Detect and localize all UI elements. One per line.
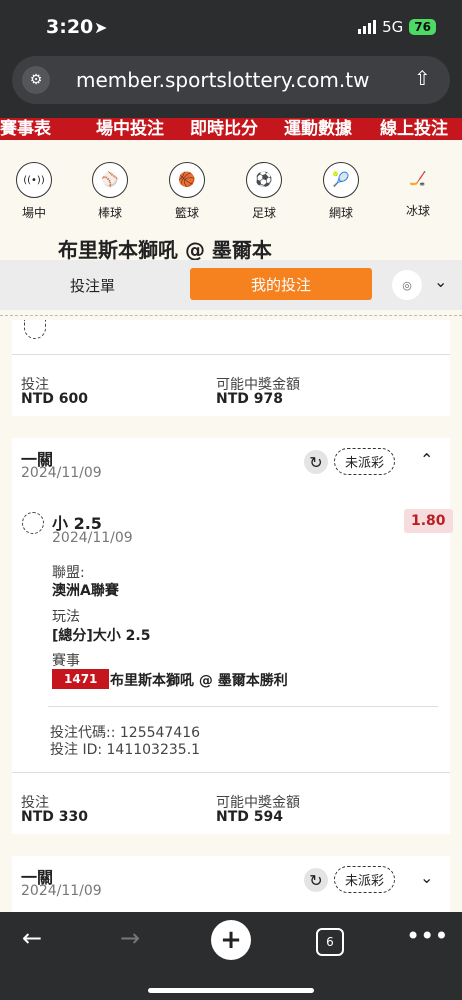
status-badge: 未派彩 (334, 866, 396, 893)
market-label: 玩法 (52, 609, 80, 625)
sport-label: 棒球 (97, 206, 122, 220)
chevron-up-icon[interactable]: ⌃ (420, 450, 433, 469)
tab-bet-slip[interactable]: 投注單 (70, 275, 115, 296)
sport-live[interactable]: ((•)) 場中 (4, 162, 64, 221)
event-code-badge: 1471 (52, 669, 110, 689)
chevron-down-icon[interactable]: ⌄ (434, 272, 447, 291)
tennis-icon: 🎾 (323, 162, 359, 198)
soccer-icon: ⚽ (246, 162, 282, 198)
settings-icon[interactable]: ◎ (392, 270, 422, 300)
nav-item-online-betting[interactable]: 線上投注 (380, 118, 448, 139)
location-arrow-icon: ➤ (94, 18, 108, 37)
nav-item-sports-data[interactable]: 運動數據 (284, 118, 352, 139)
live-broadcast-icon: ((•)) (16, 162, 52, 198)
baseball-icon: ⚾ (92, 162, 128, 198)
new-tab-icon[interactable]: + (211, 920, 251, 960)
tabs-button[interactable]: 6 (316, 928, 344, 956)
bet-date: 2024/11/09 (21, 883, 102, 899)
tab-my-bets[interactable]: 我的投注 (190, 268, 372, 300)
sport-tennis[interactable]: 🎾 網球 (311, 162, 371, 221)
event-name: 布里斯本獅吼 @ 墨爾本勝利 (110, 673, 288, 689)
divider (48, 706, 438, 707)
stake-value: NTD 600 (21, 391, 88, 407)
main-nav: 賽事表 場中投注 即時比分 運動數據 線上投注 (0, 118, 462, 140)
home-indicator (148, 988, 314, 993)
battery-icon: 76 (409, 19, 436, 35)
status-indicators: 5G 76 (358, 18, 436, 36)
sport-basketball[interactable]: 🏀 籃球 (157, 162, 217, 221)
selection-date: 2024/11/09 (52, 530, 133, 546)
network-label: 5G (382, 18, 404, 36)
selection-radio[interactable] (22, 512, 44, 534)
status-time: 3:20 (46, 16, 94, 38)
sport-baseball[interactable]: ⚾ 棒球 (80, 162, 140, 221)
back-arrow-icon[interactable]: ← (22, 924, 42, 952)
sport-label: 場中 (21, 206, 46, 220)
ice-hockey-icon: 🏒 (409, 171, 427, 187)
nav-item-live-scores[interactable]: 即時比分 (190, 118, 258, 139)
nav-item-live-betting[interactable]: 場中投注 (96, 118, 164, 139)
sport-label: 籃球 (174, 206, 199, 220)
divider (12, 772, 450, 773)
bet-date: 2024/11/09 (21, 465, 102, 481)
forward-arrow-icon[interactable]: → (120, 924, 140, 952)
selection-radio[interactable] (24, 320, 46, 339)
divider (0, 315, 462, 316)
bet-card: 投注 NTD 600 可能中獎金額 NTD 978 (12, 320, 450, 416)
basketball-icon: 🏀 (169, 162, 205, 198)
divider (12, 354, 450, 355)
sport-soccer[interactable]: ⚽ 足球 (234, 162, 294, 221)
sport-ice-hockey[interactable]: 🏒 冰球 (388, 162, 448, 219)
sport-label: 冰球 (405, 204, 430, 218)
event-label: 賽事 (52, 653, 80, 669)
league-value: 澳洲A聯賽 (52, 583, 119, 599)
more-icon[interactable]: ••• (406, 922, 448, 950)
stake-value: NTD 330 (21, 809, 88, 825)
signal-icon (358, 20, 377, 34)
betslip-tabs: 投注單 我的投注 ◎ ⌄ (0, 260, 462, 310)
league-label: 聯盟: (52, 565, 85, 581)
bet-id: 投注 ID: 141103235.1 (50, 742, 201, 758)
url-bar[interactable]: ⚙ member.sportslottery.com.tw ⇧ (12, 56, 450, 104)
payout-value: NTD 978 (216, 391, 283, 407)
browser-toolbar: ← → + 6 ••• (0, 912, 462, 1000)
status-badge: 未派彩 (334, 448, 396, 475)
bet-card: 一關 2024/11/09 ↻ 未派彩 ⌄ (12, 856, 450, 912)
site-settings-icon[interactable]: ⚙ (22, 66, 50, 94)
sport-label: 足球 (251, 206, 276, 220)
market-value: [總分]大小 2.5 (52, 628, 151, 644)
share-icon[interactable]: ⇧ (414, 66, 431, 90)
chevron-down-icon[interactable]: ⌄ (420, 868, 433, 887)
sport-label: 網球 (328, 206, 353, 220)
match-title: 布里斯本獅吼 @ 墨爾本 (58, 238, 272, 262)
refresh-icon[interactable]: ↻ (304, 868, 328, 892)
nav-item-schedule[interactable]: 賽事表 (0, 118, 51, 139)
odds-badge: 1.80 (404, 509, 453, 533)
bet-card: 一關 2024/11/09 ↻ 未派彩 ⌃ 小 2.5 2024/11/09 1… (12, 438, 453, 834)
url-text: member.sportslottery.com.tw (76, 68, 370, 92)
payout-value: NTD 594 (216, 809, 283, 825)
refresh-icon[interactable]: ↻ (304, 450, 328, 474)
browser-header: 3:20 ➤ 5G 76 ⚙ member.sportslottery.com.… (0, 0, 462, 118)
